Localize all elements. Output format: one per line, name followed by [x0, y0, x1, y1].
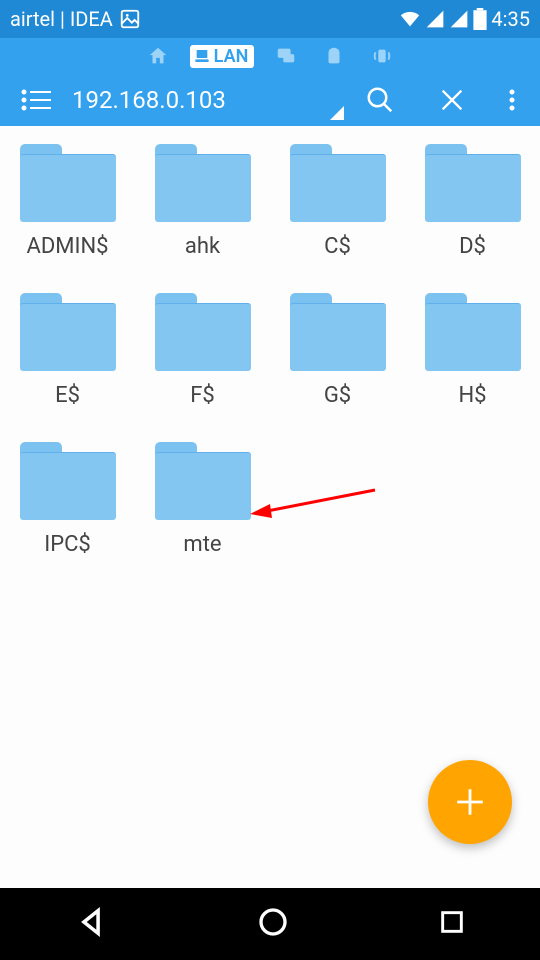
folder-item[interactable]: G$: [270, 289, 405, 438]
signal-icon: [425, 9, 445, 29]
tab-wifi[interactable]: [366, 42, 398, 70]
dropdown-icon: [330, 106, 344, 120]
folder-icon: [20, 144, 116, 222]
folder-item[interactable]: E$: [0, 289, 135, 438]
fab-add-button[interactable]: [428, 760, 512, 844]
folder-grid: ADMIN$ ahk C$ D$ E$ F$ G$ H$ IPC$ mte: [0, 140, 540, 587]
circle-icon: [257, 906, 289, 938]
signal-icon: [449, 9, 469, 29]
square-icon: [438, 908, 466, 936]
folder-item[interactable]: IPC$: [0, 438, 135, 587]
picture-icon: [119, 8, 141, 30]
folder-icon: [155, 293, 251, 371]
statusbar: airtel | IDEA 4:35: [0, 0, 540, 38]
plus-icon: [453, 785, 487, 819]
more-button[interactable]: [488, 74, 536, 126]
status-time: 4:35: [491, 7, 530, 31]
more-vert-icon: [509, 88, 515, 112]
folder-icon: [20, 293, 116, 371]
chat-icon: [275, 45, 297, 67]
nav-recent[interactable]: [438, 908, 466, 940]
tab-device[interactable]: [318, 42, 350, 70]
address-field[interactable]: 192.168.0.103: [72, 86, 344, 114]
folder-icon: [290, 293, 386, 371]
folder-item[interactable]: H$: [405, 289, 540, 438]
tab-lan[interactable]: LAN: [190, 42, 255, 70]
lan-icon: [194, 48, 210, 64]
folder-icon: [425, 293, 521, 371]
status-carrier: airtel | IDEA: [10, 7, 113, 31]
folder-icon: [155, 144, 251, 222]
menu-icon: [21, 88, 51, 112]
folder-label: F$: [190, 383, 215, 408]
folder-item[interactable]: mte: [135, 438, 270, 587]
folder-label: H$: [458, 383, 486, 408]
content-area: ADMIN$ ahk C$ D$ E$ F$ G$ H$ IPC$ mte: [0, 126, 540, 888]
battery-icon: [473, 8, 487, 30]
appbar: 192.168.0.103: [0, 74, 540, 126]
folder-label: IPC$: [44, 532, 91, 557]
nav-back[interactable]: [74, 905, 108, 943]
folder-icon: [425, 144, 521, 222]
folder-label: E$: [55, 383, 80, 408]
folder-icon: [20, 442, 116, 520]
folder-item[interactable]: ADMIN$: [0, 140, 135, 289]
address-text: 192.168.0.103: [72, 86, 226, 114]
android-icon: [323, 45, 345, 67]
folder-label: ADMIN$: [26, 234, 108, 259]
folder-label: ahk: [185, 234, 220, 259]
system-navbar: [0, 888, 540, 960]
close-button[interactable]: [416, 74, 488, 126]
close-icon: [438, 86, 466, 114]
wifi-icon: [371, 45, 393, 67]
folder-item[interactable]: ahk: [135, 140, 270, 289]
folder-label: D$: [459, 234, 486, 259]
folder-label: G$: [324, 383, 351, 408]
folder-icon: [155, 442, 251, 520]
tab-home[interactable]: [142, 42, 174, 70]
folder-item[interactable]: D$: [405, 140, 540, 289]
tab-icon-bar: LAN: [0, 38, 540, 74]
search-icon: [365, 85, 395, 115]
nav-home[interactable]: [257, 906, 289, 942]
folder-label: mte: [183, 532, 221, 557]
lan-label: LAN: [214, 46, 249, 67]
home-icon: [147, 45, 169, 67]
tab-messages[interactable]: [270, 42, 302, 70]
menu-button[interactable]: [0, 88, 72, 112]
wifi-icon: [399, 8, 421, 30]
search-button[interactable]: [344, 74, 416, 126]
folder-item[interactable]: C$: [270, 140, 405, 289]
folder-label: C$: [324, 234, 351, 259]
back-icon: [74, 905, 108, 939]
folder-icon: [290, 144, 386, 222]
folder-item[interactable]: F$: [135, 289, 270, 438]
